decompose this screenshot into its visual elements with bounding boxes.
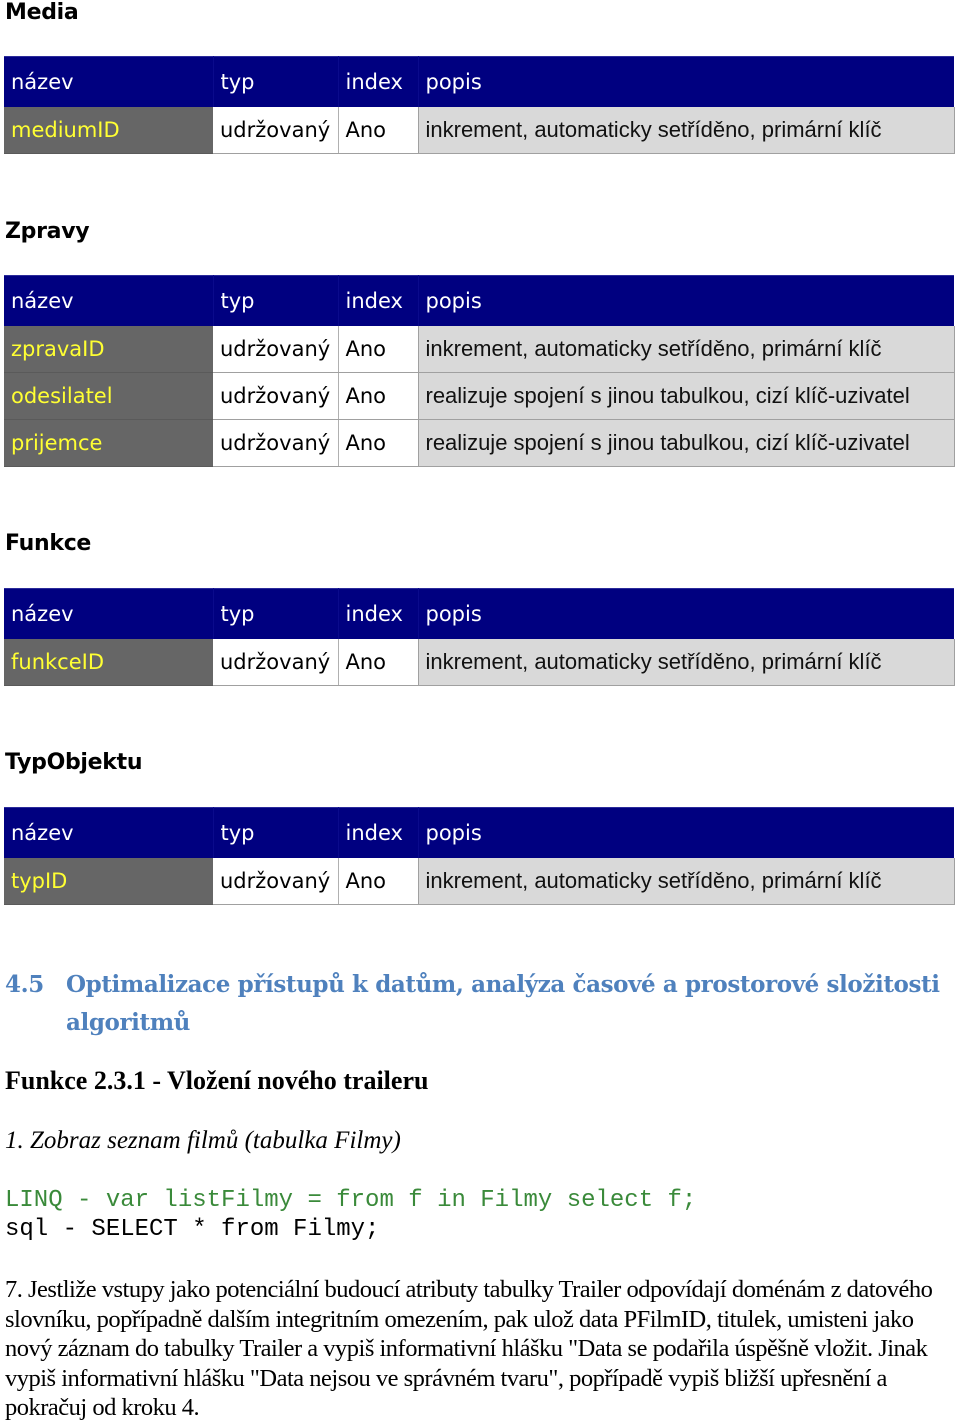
field-name: odesilatel bbox=[4, 372, 213, 420]
column-header-nazev: název bbox=[4, 588, 214, 639]
function-title: Funkce 2.3.1 - Vložení nového traileru bbox=[5, 1066, 429, 1095]
column-header-index: index bbox=[338, 807, 419, 858]
step-7-paragraph: 7. Jestliže vstupy jako potenciální budo… bbox=[5, 1276, 933, 1421]
table-title-zpravy: Zpravy bbox=[5, 219, 90, 244]
field-type: udržovaný bbox=[213, 325, 339, 373]
field-name: prijemce bbox=[4, 419, 213, 467]
field-type: udržovaný bbox=[213, 857, 339, 905]
column-header-popis: popis bbox=[418, 275, 954, 326]
funkce-table: název typ index popis funkceID udržovaný… bbox=[4, 588, 955, 686]
column-header-index: index bbox=[338, 56, 419, 107]
field-type: udržovaný bbox=[213, 106, 339, 154]
column-header-popis: popis bbox=[418, 588, 954, 639]
table-header-row: název typ index popis bbox=[4, 275, 954, 326]
field-name: typID bbox=[4, 857, 213, 905]
table-header-row: název typ index popis bbox=[4, 588, 954, 639]
field-description: inkrement, automaticky setříděno, primár… bbox=[418, 325, 955, 373]
section-heading: 4.5 Optimalizace přístupů k datům, analýz… bbox=[5, 966, 960, 1042]
zpravy-table: název typ index popis zpravaID udržovaný… bbox=[4, 275, 955, 467]
column-header-typ: typ bbox=[213, 56, 339, 107]
field-index: Ano bbox=[338, 857, 419, 905]
column-header-nazev: název bbox=[4, 56, 214, 107]
table-title-typobjektu: TypObjektu bbox=[5, 750, 143, 775]
field-type: udržovaný bbox=[213, 372, 339, 420]
field-index: Ano bbox=[338, 372, 419, 420]
section-number: 4.5 bbox=[5, 971, 44, 998]
table-row: zpravaID udržovaný Ano inkrement, automa… bbox=[4, 325, 955, 373]
column-header-nazev: název bbox=[4, 807, 214, 858]
media-table: název typ index popis mediumID udržovaný… bbox=[4, 56, 955, 154]
table-header-row: název typ index popis bbox=[4, 807, 954, 858]
section-title-line2: algoritmů bbox=[66, 1009, 191, 1036]
field-description: inkrement, automaticky setříděno, primár… bbox=[418, 106, 955, 154]
section-title-line1: Optimalizace přístupů k datům, analýza č… bbox=[66, 971, 940, 998]
column-header-nazev: název bbox=[4, 275, 214, 326]
linq-code: LINQ - var listFilmy = from f in Filmy s… bbox=[5, 1187, 697, 1214]
column-header-typ: typ bbox=[213, 588, 339, 639]
table-title-media: Media bbox=[5, 0, 79, 25]
field-name: zpravaID bbox=[4, 325, 213, 373]
field-type: udržovaný bbox=[213, 419, 339, 467]
column-header-index: index bbox=[338, 275, 419, 326]
field-description: realizuje spojení s jinou tabulkou, cizí… bbox=[418, 419, 955, 467]
field-index: Ano bbox=[338, 325, 419, 373]
column-header-typ: typ bbox=[213, 807, 339, 858]
table-row: prijemce udržovaný Ano realizuje spojení… bbox=[4, 419, 955, 467]
column-header-typ: typ bbox=[213, 275, 339, 326]
table-row: mediumID udržovaný Ano inkrement, automa… bbox=[4, 106, 955, 154]
field-name: funkceID bbox=[4, 638, 213, 686]
table-row: funkceID udržovaný Ano inkrement, automa… bbox=[4, 638, 955, 686]
step-1: 1. Zobraz seznam filmů (tabulka Filmy) bbox=[5, 1127, 401, 1154]
field-index: Ano bbox=[338, 106, 419, 154]
column-header-index: index bbox=[338, 588, 419, 639]
column-header-popis: popis bbox=[418, 807, 954, 858]
field-description: inkrement, automaticky setříděno, primár… bbox=[418, 857, 955, 905]
field-index: Ano bbox=[338, 638, 419, 686]
field-name: mediumID bbox=[4, 106, 213, 154]
field-type: udržovaný bbox=[213, 638, 339, 686]
field-description: realizuje spojení s jinou tabulkou, cizí… bbox=[418, 372, 955, 420]
table-title-funkce: Funkce bbox=[5, 531, 92, 556]
field-description: inkrement, automaticky setříděno, primár… bbox=[418, 638, 955, 686]
table-row: typID udržovaný Ano inkrement, automatic… bbox=[4, 857, 955, 905]
sql-code: sql - SELECT * from Filmy; bbox=[5, 1216, 380, 1243]
table-row: odesilatel udržovaný Ano realizuje spoje… bbox=[4, 372, 955, 420]
table-header-row: název typ index popis bbox=[4, 56, 954, 107]
field-index: Ano bbox=[338, 419, 419, 467]
column-header-popis: popis bbox=[418, 56, 954, 107]
typobjektu-table: název typ index popis typID udržovaný An… bbox=[4, 807, 955, 905]
